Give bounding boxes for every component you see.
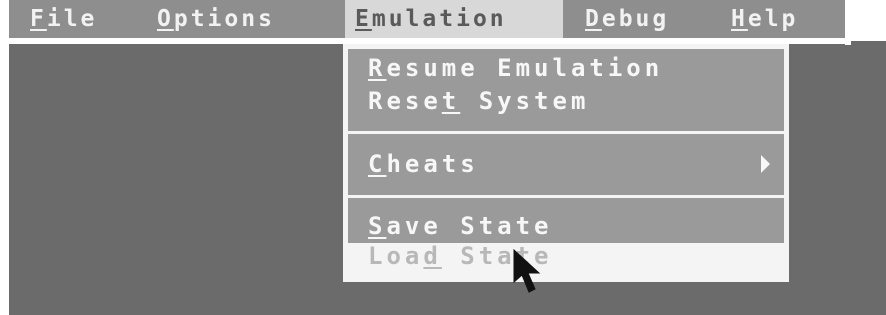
menu-separator <box>348 195 784 198</box>
save-state-hotkey: S <box>368 212 387 240</box>
menu-item-resume-emulation[interactable]: Resume Emulation <box>368 51 663 85</box>
menu-file-hotkey: F <box>30 6 47 32</box>
menu-emulation-label: mulation <box>371 6 507 32</box>
menu-item-cheats[interactable]: Cheats <box>368 147 479 181</box>
emulation-dropdown: Resume Emulation Reset System Cheats Sav… <box>343 44 789 282</box>
menu-bar: File Options Emulation Debug Help <box>9 0 845 38</box>
menu-debug[interactable]: Debug <box>585 0 669 38</box>
menu-help-label: elp <box>747 6 799 32</box>
mouse-pointer-icon <box>513 248 541 293</box>
menu-file[interactable]: File <box>30 0 97 38</box>
menu-item-save-state[interactable]: Save State <box>368 209 553 243</box>
menu-help-hotkey: H <box>731 6 748 32</box>
menu-help[interactable]: Help <box>731 0 798 38</box>
dropdown-body: Resume Emulation Reset System Cheats Sav… <box>348 49 784 281</box>
menu-emulation-hotkey: E <box>355 6 372 32</box>
save-state-label: ave State <box>386 212 553 240</box>
reset-label-start: Rese <box>368 87 442 115</box>
cheats-hotkey: C <box>368 150 387 178</box>
menu-options[interactable]: Options <box>157 0 275 38</box>
resume-label: esume Emulation <box>386 54 664 82</box>
load-state-hotkey: d <box>423 242 442 270</box>
emulator-screen: File Options Emulation Debug Help Resume… <box>0 0 886 315</box>
menu-file-label: ile <box>46 6 98 32</box>
reset-label-end: System <box>460 87 590 115</box>
menu-debug-hotkey: D <box>585 6 602 32</box>
menu-options-hotkey: O <box>157 6 174 32</box>
menu-item-reset-system[interactable]: Reset System <box>368 84 589 118</box>
menu-separator <box>348 131 784 134</box>
menu-debug-label: ebug <box>601 6 670 32</box>
menu-emulation[interactable]: Emulation <box>345 0 563 38</box>
triangle-right-icon <box>761 155 770 173</box>
load-state-row: Load State <box>348 242 784 281</box>
reset-hotkey: t <box>441 87 461 115</box>
menu-options-label: ptions <box>173 6 275 32</box>
resume-hotkey: R <box>368 54 387 82</box>
cheats-label: heats <box>386 150 479 178</box>
load-state-label-start: Loa <box>368 242 424 270</box>
